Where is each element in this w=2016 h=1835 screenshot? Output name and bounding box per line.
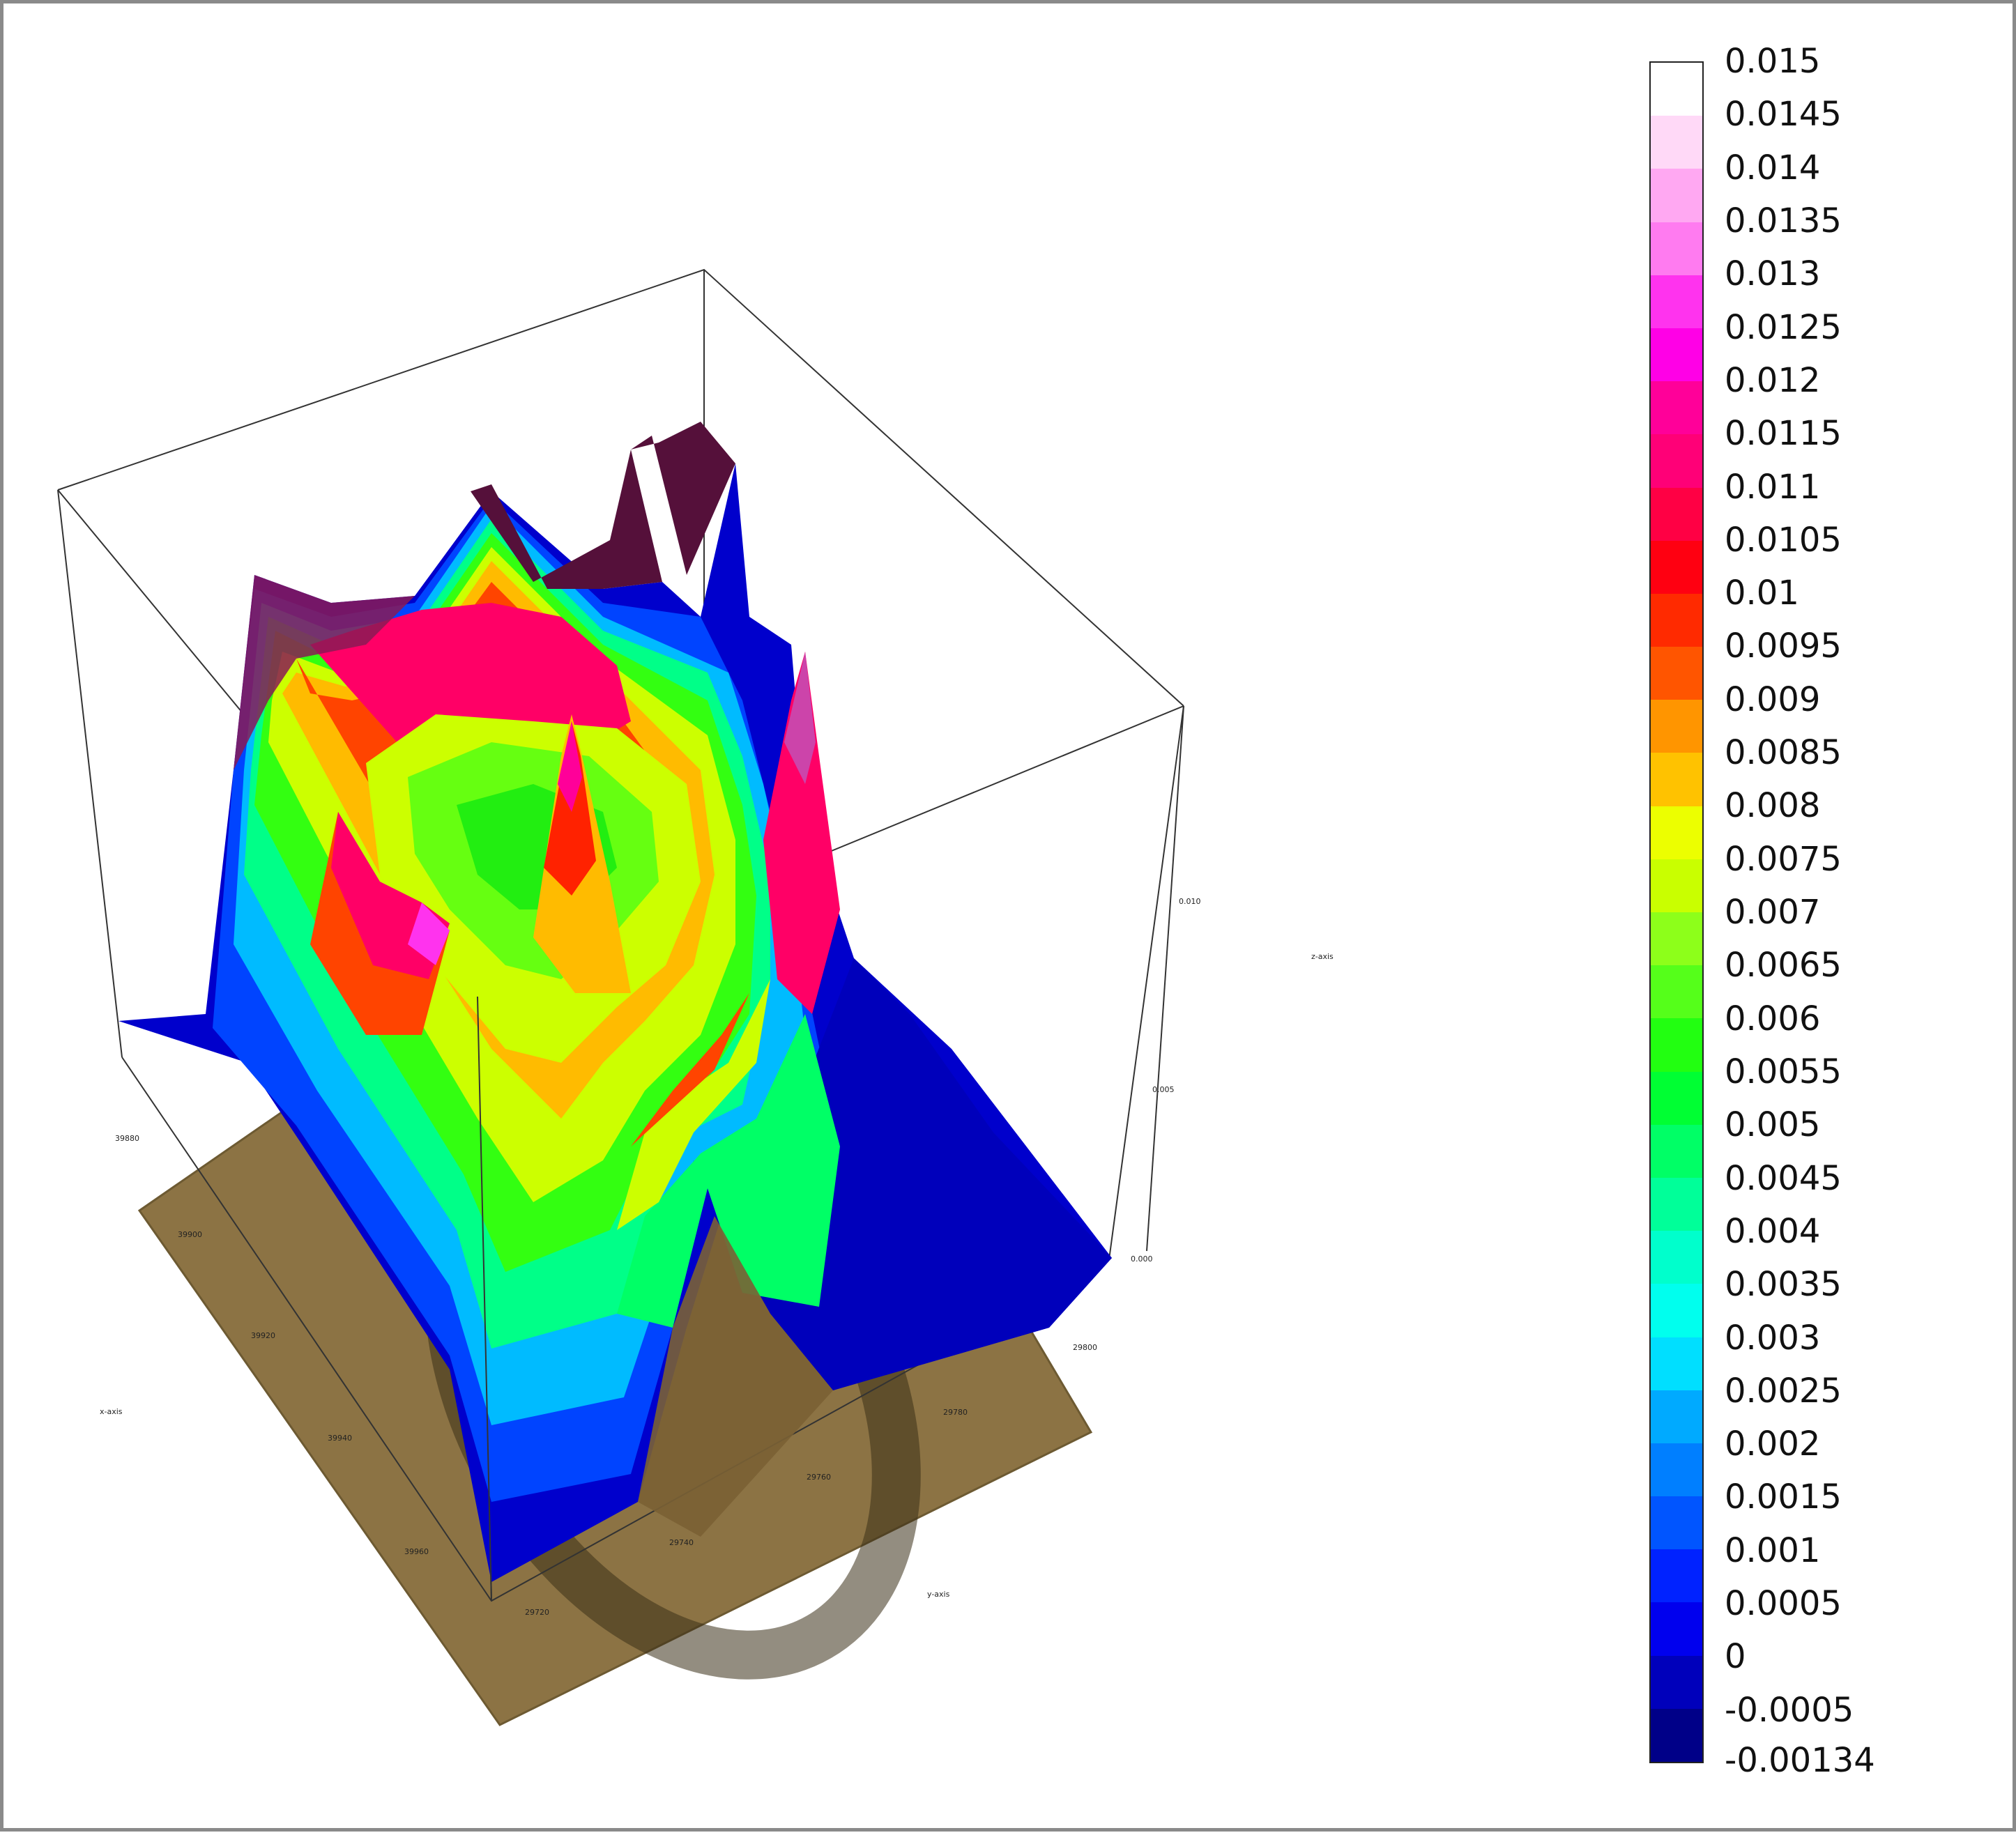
colorbar-label: 0.012 — [1725, 360, 1821, 400]
z-tick-2: 0.010 — [1179, 897, 1201, 906]
colorbar-label: 0.014 — [1725, 148, 1821, 187]
colorbar-cell — [1651, 487, 1702, 541]
colorbar-cell — [1651, 753, 1702, 806]
colorbar-label: 0.0065 — [1725, 946, 1842, 985]
colorbar-cell — [1651, 1390, 1702, 1443]
colorbar-label: 0.0005 — [1725, 1584, 1842, 1624]
colorbar-label: 0.001 — [1725, 1530, 1821, 1570]
y-axis-label: y-axis — [927, 1590, 950, 1599]
colorbar-label: 0.01 — [1725, 574, 1799, 613]
colorbar-cell — [1651, 540, 1702, 594]
colorbar-label: 0.0115 — [1725, 414, 1842, 454]
colorbar-label: 0.002 — [1725, 1425, 1821, 1464]
colorbar-cell — [1651, 912, 1702, 966]
colorbar-label: 0.0095 — [1725, 627, 1842, 666]
colorbar-cell — [1651, 1602, 1702, 1656]
colorbar-label: 0.013 — [1725, 254, 1821, 294]
y-tick-4: 29800 — [1073, 1343, 1097, 1352]
colorbar-label: 0.0125 — [1725, 307, 1842, 347]
colorbar-cell — [1651, 222, 1702, 275]
colorbar-label: 0.006 — [1725, 999, 1821, 1038]
colorbar-label: -0.0005 — [1725, 1690, 1854, 1730]
colorbar-cell — [1651, 1496, 1702, 1550]
y-tick-3: 29780 — [943, 1408, 968, 1417]
colorbar-cell — [1651, 275, 1702, 328]
y-tick-0: 29720 — [525, 1608, 549, 1617]
colorbar-cell — [1651, 434, 1702, 488]
colorbar-label: 0.015 — [1725, 42, 1821, 81]
colorbar — [1649, 61, 1704, 1763]
colorbar-label: 0.005 — [1725, 1105, 1821, 1145]
z-tick-0: 0.000 — [1131, 1254, 1153, 1264]
z-tick-1: 0.005 — [1152, 1085, 1175, 1094]
colorbar-label: 0.0105 — [1725, 520, 1842, 560]
colorbar-cell — [1651, 1124, 1702, 1178]
colorbar-cell — [1651, 1231, 1702, 1284]
colorbar-cell — [1651, 169, 1702, 222]
y-tick-2: 29760 — [807, 1473, 831, 1482]
colorbar-cell — [1651, 1018, 1702, 1072]
colorbar-cell — [1651, 647, 1702, 700]
colorbar-cell — [1651, 1337, 1702, 1390]
colorbar-cell — [1651, 116, 1702, 169]
surface-plot: 39880 39900 39920 39940 39960 x-axis 297… — [57, 268, 1334, 1726]
x-tick-4: 39960 — [404, 1547, 429, 1556]
colorbar-cell — [1651, 593, 1702, 647]
colorbar-label: 0 — [1725, 1637, 1746, 1677]
colorbar-cell — [1651, 1655, 1702, 1709]
colorbar-label: 0.009 — [1725, 680, 1821, 719]
colorbar-cell — [1651, 1549, 1702, 1603]
colorbar-label: 0.011 — [1725, 467, 1821, 507]
colorbar-label: 0.0075 — [1725, 839, 1842, 879]
colorbar-label: 0.008 — [1725, 786, 1821, 826]
colorbar-label: 0.0135 — [1725, 201, 1842, 240]
plot-frame: 39880 39900 39920 39940 39960 x-axis 297… — [0, 0, 2016, 1832]
colorbar-cell — [1651, 1708, 1702, 1762]
x-tick-2: 39920 — [251, 1331, 275, 1340]
colorbar-label: 0.0145 — [1725, 95, 1842, 135]
colorbar-label: 0.003 — [1725, 1318, 1821, 1358]
colorbar-label: 0.0025 — [1725, 1371, 1842, 1411]
colorbar-cell — [1651, 381, 1702, 435]
colorbar-cell — [1651, 1177, 1702, 1231]
colorbar-label: 0.004 — [1725, 1211, 1821, 1251]
x-tick-3: 39940 — [328, 1434, 352, 1443]
colorbar-label: 0.007 — [1725, 893, 1821, 932]
colorbar-label: -0.00134 — [1725, 1741, 1875, 1780]
x-tick-1: 39900 — [178, 1230, 202, 1239]
colorbar-cell — [1651, 806, 1702, 859]
colorbar-label: 0.0045 — [1725, 1158, 1842, 1198]
colorbar-cell — [1651, 1071, 1702, 1125]
x-axis-label: x-axis — [100, 1407, 123, 1416]
z-axis-label: z-axis — [1311, 952, 1334, 961]
colorbar-label: 0.0085 — [1725, 733, 1842, 773]
colorbar-cell — [1651, 63, 1702, 116]
y-tick-1: 29740 — [669, 1538, 694, 1547]
colorbar-label: 0.0015 — [1725, 1477, 1842, 1517]
colorbar-cell — [1651, 965, 1702, 1019]
z-axis-ticks: 0.000 0.005 0.010 — [1131, 897, 1201, 1264]
colorbar-label: 0.0035 — [1725, 1265, 1842, 1305]
colorbar-label: 0.0055 — [1725, 1052, 1842, 1091]
colorbar-cell — [1651, 328, 1702, 382]
x-tick-0: 39880 — [115, 1134, 139, 1143]
colorbar-cell — [1651, 700, 1702, 753]
colorbar-cell — [1651, 1443, 1702, 1497]
colorbar-cell — [1651, 859, 1702, 912]
colorbar-cell — [1651, 1284, 1702, 1337]
